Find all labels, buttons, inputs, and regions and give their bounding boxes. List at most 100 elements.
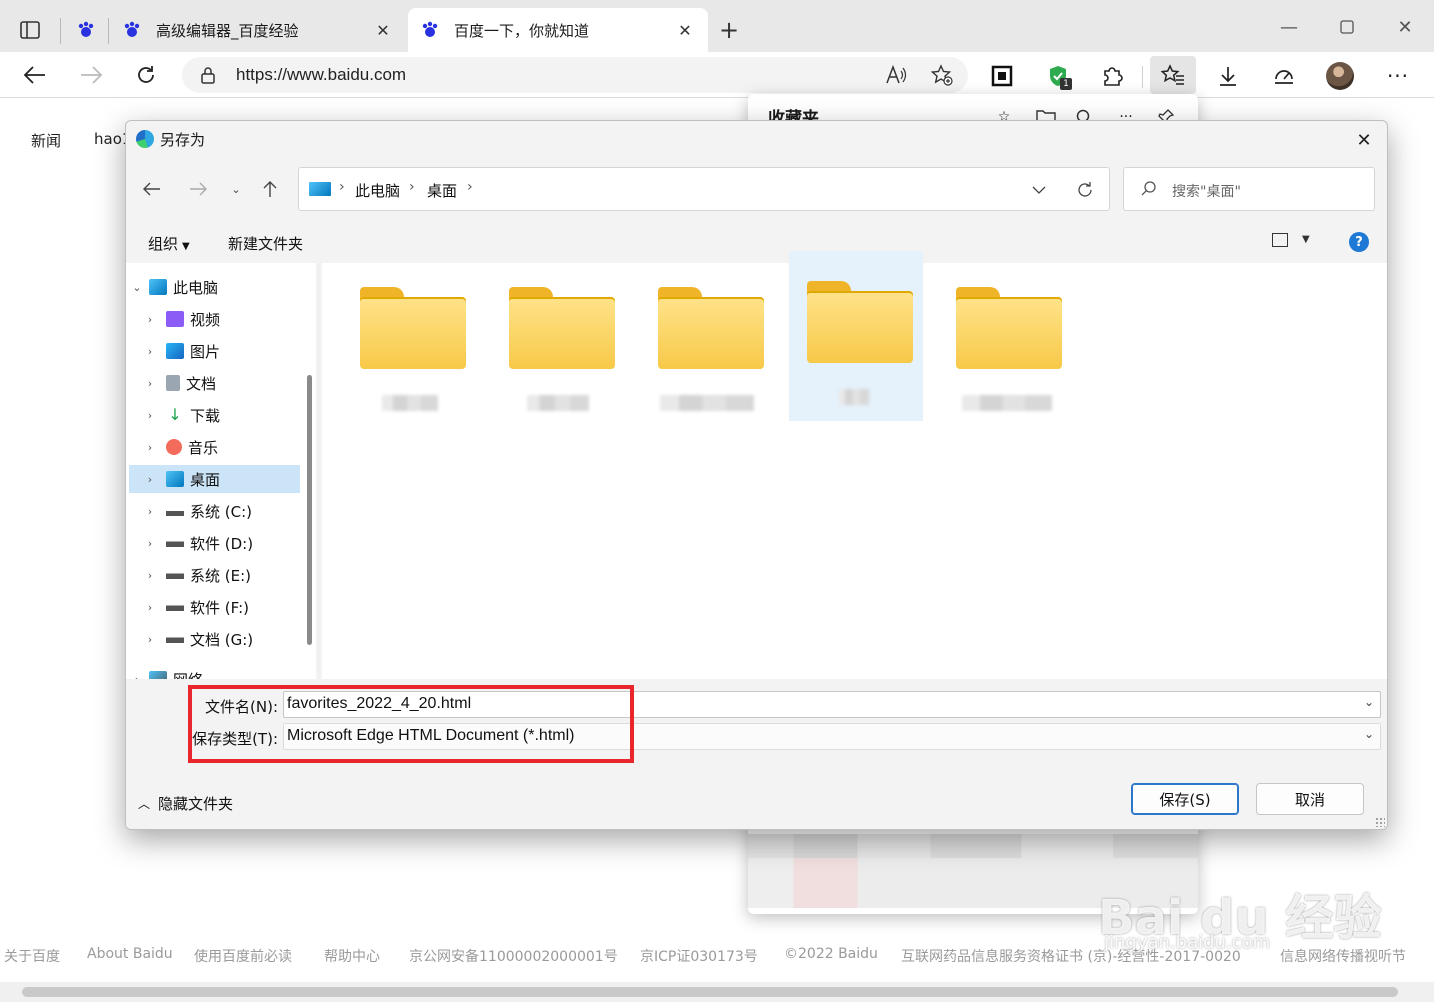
help-icon[interactable]: ? [1349, 232, 1369, 252]
footer-link[interactable]: 京公网安备11000002000001号 [409, 946, 618, 966]
back-arrow-icon[interactable] [138, 175, 166, 203]
tab-close-icon[interactable]: ✕ [674, 19, 696, 41]
recent-locations-chevron-icon[interactable]: ⌄ [222, 175, 250, 203]
chevron-right-icon[interactable]: › [142, 313, 158, 326]
organize-menu-button[interactable]: 组织 ▼ [148, 233, 190, 254]
footer-link[interactable]: 京ICP证030173号 [640, 946, 758, 966]
chevron-right-icon[interactable]: › [142, 569, 158, 582]
tree-item-desktop[interactable]: › 桌面 [129, 465, 300, 493]
refresh-icon[interactable] [129, 58, 163, 92]
tree-item-drive-f[interactable]: › 软件 (F:) [142, 593, 314, 621]
tree-item-drive-g[interactable]: › 文档 (G:) [142, 625, 314, 653]
chevron-right-icon[interactable]: › [142, 377, 158, 390]
chevron-right-icon[interactable]: › [142, 473, 158, 486]
tab-baidu-home[interactable]: 百度一下，你就知道 ✕ [408, 8, 708, 52]
chevron-down-icon[interactable]: ⌄ [1364, 695, 1374, 709]
tree-item-drive-e[interactable]: › 系统 (E:) [142, 561, 314, 589]
chevron-right-icon[interactable]: › [142, 633, 158, 646]
downloads-icon[interactable] [1212, 60, 1244, 92]
search-desktop-input[interactable]: 搜索"桌面" [1123, 167, 1375, 211]
new-folder-button[interactable]: 新建文件夹 [228, 233, 303, 254]
folder-item[interactable] [938, 269, 1072, 421]
new-tab-plus-icon[interactable]: + [714, 15, 744, 45]
chevron-down-icon[interactable]: ⌄ [1364, 727, 1374, 741]
view-mode-dropdown-icon[interactable]: ▼ [1302, 234, 1310, 245]
more-menu-icon[interactable]: ··· [1382, 60, 1414, 92]
tab-close-icon[interactable]: ✕ [372, 19, 394, 41]
breadcrumb-separator-icon[interactable]: › [409, 179, 415, 195]
tree-item-music[interactable]: › 音乐 [142, 433, 314, 461]
folder-item[interactable] [491, 269, 625, 421]
chevron-right-icon[interactable]: › [142, 601, 158, 614]
folder-item[interactable] [342, 269, 476, 421]
folder-icon [807, 281, 913, 365]
caret-down-icon: ▼ [182, 241, 190, 252]
breadcrumb-this-pc[interactable]: 此电脑 [355, 180, 400, 201]
view-mode-icon[interactable] [1272, 233, 1288, 247]
chevron-right-icon[interactable]: › [142, 345, 158, 358]
folder-item[interactable] [640, 269, 774, 421]
breadcrumb-desktop[interactable]: 桌面 [427, 180, 457, 201]
tree-item-videos[interactable]: › 视频 [142, 305, 314, 333]
tree-scrollbar-thumb[interactable] [307, 375, 312, 645]
minimize-icon[interactable]: — [1274, 12, 1304, 42]
footer-link[interactable]: 使用百度前必读 [194, 946, 292, 966]
add-favorite-star-icon[interactable] [930, 64, 954, 86]
tree-item-network[interactable]: › 网络 [129, 665, 301, 679]
tree-item-downloads[interactable]: › ↓ 下载 [142, 401, 314, 429]
pane-divider[interactable] [318, 263, 320, 679]
url-text[interactable]: https://www.baidu.com [236, 65, 406, 85]
performance-icon[interactable] [1268, 60, 1300, 92]
forward-arrow-icon[interactable] [184, 175, 212, 203]
profile-avatar[interactable] [1324, 60, 1356, 92]
maximize-icon[interactable] [1332, 12, 1362, 42]
tree-item-drive-c[interactable]: › 系统 (C:) [142, 497, 314, 525]
address-bar[interactable]: https://www.baidu.com [182, 57, 968, 93]
scrollbar-thumb[interactable] [22, 987, 1398, 997]
footer-link: ©2022 Baidu [784, 946, 878, 962]
avatar[interactable] [1326, 62, 1354, 90]
folder-item-selected[interactable] [789, 251, 923, 421]
extensions-puzzle-icon[interactable] [1096, 60, 1128, 92]
tree-item-pictures[interactable]: › 图片 [142, 337, 314, 365]
path-history-dropdown-icon[interactable] [1027, 178, 1051, 202]
chevron-right-icon[interactable]: › [142, 537, 158, 550]
chevron-up-icon[interactable]: ︿ [138, 795, 150, 812]
baidu-pinned-tab-icon[interactable] [70, 14, 102, 46]
page-link-news[interactable]: 新闻 [31, 130, 61, 151]
tree-item-drive-d[interactable]: › 软件 (D:) [142, 529, 314, 557]
forward-arrow-icon[interactable] [74, 58, 108, 92]
resize-grip-icon[interactable] [1375, 817, 1385, 827]
refresh-icon[interactable] [1073, 178, 1097, 202]
footer-link[interactable]: 帮助中心 [324, 946, 380, 966]
lock-icon[interactable] [200, 66, 216, 88]
breadcrumb-separator-icon[interactable]: › [467, 179, 473, 195]
address-path-box[interactable]: › 此电脑 › 桌面 › [298, 167, 1110, 211]
cancel-button[interactable]: 取消 [1256, 783, 1364, 815]
window-close-icon[interactable]: ✕ [1390, 12, 1420, 42]
up-folder-arrow-icon[interactable] [256, 175, 284, 203]
chevron-right-icon[interactable]: › [142, 505, 158, 518]
file-list-area[interactable] [322, 251, 1387, 679]
tree-item-this-pc[interactable]: ⌄ 此电脑 [129, 273, 301, 301]
read-aloud-icon[interactable] [884, 64, 908, 86]
tree-item-documents[interactable]: › 文档 [142, 369, 314, 397]
back-arrow-icon[interactable] [18, 58, 52, 92]
footer-link[interactable]: 关于百度 [4, 946, 60, 966]
breadcrumb-separator-icon[interactable]: › [339, 179, 345, 195]
dialog-close-icon[interactable]: ✕ [1351, 127, 1377, 153]
tab-actions-icon[interactable] [14, 14, 46, 46]
chevron-right-icon[interactable]: › [142, 409, 158, 422]
tree-item-label: 软件 (D:) [190, 534, 254, 553]
hide-folders-toggle[interactable]: ︿ 隐藏文件夹 [138, 793, 233, 814]
horizontal-scrollbar[interactable] [0, 982, 1434, 1002]
save-button[interactable]: 保存(S) [1131, 783, 1239, 815]
chevron-right-icon[interactable]: › [129, 673, 145, 680]
chevron-right-icon[interactable]: › [142, 441, 158, 454]
footer-link[interactable]: About Baidu [87, 946, 173, 962]
chevron-down-icon[interactable]: ⌄ [129, 281, 145, 294]
immersive-reader-icon[interactable] [986, 60, 1018, 92]
shield-extension-icon[interactable]: 1 [1042, 60, 1074, 92]
favorites-icon[interactable] [1150, 56, 1196, 94]
tab-baidu-jingyan-editor[interactable]: 高级编辑器_百度经验 ✕ [110, 8, 406, 52]
